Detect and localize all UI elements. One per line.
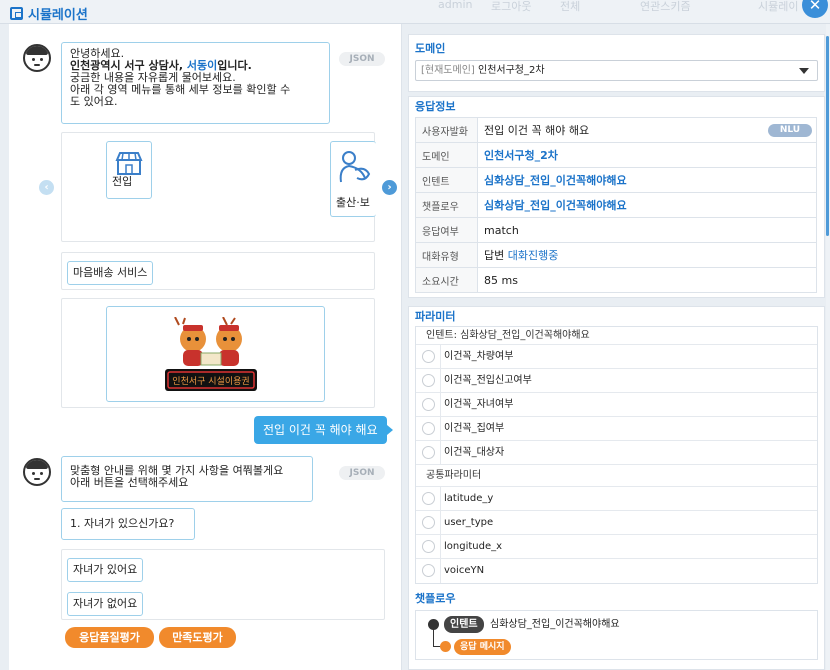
domain-title: 도메인 bbox=[415, 42, 446, 55]
bot-avatar-icon bbox=[23, 458, 51, 486]
window-title-text: 시뮬레이션 bbox=[28, 8, 88, 23]
banner-box: 인천서구 시설이용권 bbox=[61, 298, 375, 408]
menu-all[interactable]: 전체 bbox=[560, 0, 580, 14]
carousel-item-birth[interactable]: 출산·보 bbox=[330, 141, 376, 217]
radio-icon[interactable] bbox=[422, 374, 435, 387]
response-section: 응답정보 사용자발화 전입 이건 꼭 해야 해요 NLU 도메인 인천서구청_2차… bbox=[408, 96, 825, 298]
elapsed-value: 85 ms bbox=[484, 273, 518, 287]
carousel: 전입 출산·보 bbox=[61, 132, 376, 242]
service-box: 마음배송 서비스 bbox=[61, 252, 375, 290]
title-bar: 시뮬레이션 admin 로그아웃 전체 연관스키즘 시뮬레이 ✕ bbox=[0, 0, 830, 24]
radio-icon[interactable] bbox=[422, 350, 435, 363]
intent-param-list: 인텐트: 심화상담_전입_이건꼭해야해요 이건꼭_차량여부 이건꼭_전입신고여부… bbox=[415, 326, 818, 584]
carousel-item-moving[interactable]: 전입 bbox=[106, 141, 152, 199]
match-value: match bbox=[484, 223, 519, 237]
radio-icon[interactable] bbox=[422, 492, 435, 505]
radio-icon[interactable] bbox=[422, 564, 435, 577]
carousel-next-icon[interactable]: › bbox=[382, 180, 397, 195]
json-tag[interactable]: JSON bbox=[339, 52, 385, 66]
params-section: 파라미터 인텐트: 심화상담_전입_이건꼭해야해요 이건꼭_차량여부 이건꼭_전… bbox=[408, 306, 825, 670]
user-name: admin bbox=[438, 0, 473, 11]
related-button[interactable]: 연관스키즘 bbox=[640, 0, 691, 14]
simulation-button[interactable]: 시뮬레이 bbox=[758, 0, 798, 14]
carousel-item-label: 출산·보 bbox=[336, 196, 370, 209]
radio-icon[interactable] bbox=[422, 516, 435, 529]
json-tag[interactable]: JSON bbox=[339, 466, 385, 480]
common-param-head: 공통파라미터 bbox=[416, 465, 817, 487]
chat-panel: 안녕하세요. 인천광역시 서구 상담사, 서동이입니다. 궁금한 내용을 자유롭… bbox=[9, 24, 402, 670]
dialog-type-value: 답변 bbox=[484, 249, 505, 262]
table-row: 응답여부 match bbox=[415, 217, 817, 243]
domain-section: 도메인 [현재도메인] 인천서구청_2차 bbox=[408, 34, 825, 92]
radio-icon[interactable] bbox=[422, 422, 435, 435]
param-row[interactable]: longitude_x bbox=[416, 535, 817, 559]
birth-icon bbox=[339, 151, 371, 183]
intent-node-value[interactable]: 심화상담_전입_이건꼭해야해요 bbox=[490, 616, 620, 633]
param-row[interactable]: 이건꼭_대상자 bbox=[416, 441, 817, 465]
question-line: 아래 버튼을 선택해주세요 bbox=[70, 476, 189, 489]
bot-question-bubble: 맞춤형 안내를 위해 몇 가지 사항을 여쭤볼게요 아래 버튼을 선택해주세요 bbox=[61, 456, 313, 502]
table-row: 소요시간 85 ms bbox=[415, 267, 817, 293]
dialog-state-value: 대화진행중 bbox=[507, 249, 559, 262]
response-title: 응답정보 bbox=[415, 100, 456, 113]
param-row[interactable]: 이건꼭_집여부 bbox=[416, 417, 817, 441]
user-message-bubble: 전입 이건 꼭 해야 해요 bbox=[254, 416, 393, 444]
response-table: 사용자발화 전입 이건 꼭 해야 해요 NLU 도메인 인천서구청_2차 인텐트 … bbox=[415, 117, 817, 293]
banner-text: 인천서구 시설이용권 bbox=[172, 375, 249, 387]
radio-icon[interactable] bbox=[422, 446, 435, 459]
greeting-line: 도 있어요. bbox=[70, 95, 118, 108]
logout-link[interactable]: 로그아웃 bbox=[491, 0, 531, 14]
domain-tag: [현재도메인] bbox=[421, 65, 475, 76]
chatflow-title: 챗플로우 bbox=[415, 592, 456, 605]
params-title: 파라미터 bbox=[415, 310, 456, 323]
maeum-service-button[interactable]: 마음배송 서비스 bbox=[67, 261, 154, 285]
domain-value: 인천서구청_2차 bbox=[478, 65, 545, 76]
radio-icon[interactable] bbox=[422, 540, 435, 553]
table-row: 도메인 인천서구청_2차 bbox=[415, 142, 817, 168]
intent-param-head: 인텐트: 심화상담_전입_이건꼭해야해요 bbox=[416, 327, 817, 345]
option-has-children[interactable]: 자녀가 있어요 bbox=[67, 558, 144, 582]
node-dot-icon bbox=[440, 641, 451, 652]
question-text-bubble: 1. 자녀가 있으신가요? bbox=[61, 508, 195, 540]
table-row: 인텐트 심화상담_전입_이건꼭해야해요 bbox=[415, 167, 817, 193]
param-row[interactable]: user_type bbox=[416, 511, 817, 535]
close-icon[interactable]: ✕ bbox=[802, 0, 828, 18]
param-row[interactable]: latitude_y bbox=[416, 487, 817, 511]
bot-avatar-icon bbox=[23, 44, 51, 72]
chatflow-link[interactable]: 심화상담_전입_이건꼭해야해요 bbox=[484, 199, 627, 212]
param-row[interactable]: 이건꼭_자녀여부 bbox=[416, 393, 817, 417]
quality-eval-button[interactable]: 응답품질평가 bbox=[65, 627, 154, 648]
table-row: 대화유형 답변 대화진행중 bbox=[415, 242, 817, 268]
intent-badge: 인텐트 bbox=[444, 616, 484, 633]
satisfaction-eval-button[interactable]: 만족도평가 bbox=[159, 627, 236, 648]
scrollbar[interactable] bbox=[826, 24, 830, 670]
banner-image[interactable]: 인천서구 시설이용권 bbox=[106, 306, 325, 402]
chatflow-tree: 인텐트 심화상담_전입_이건꼭해야해요 응답 메시지 bbox=[415, 610, 818, 660]
info-panel: 도메인 [현재도메인] 인천서구청_2차 응답정보 사용자발화 전입 이건 꼭 … bbox=[408, 34, 825, 670]
response-message-badge[interactable]: 응답 메시지 bbox=[454, 639, 511, 655]
domain-select[interactable]: [현재도메인] 인천서구청_2차 bbox=[415, 60, 818, 81]
option-no-children[interactable]: 자녀가 없어요 bbox=[67, 592, 144, 616]
param-row[interactable]: voiceYN bbox=[416, 559, 817, 583]
chevron-down-icon bbox=[799, 68, 809, 74]
radio-icon[interactable] bbox=[422, 398, 435, 411]
param-row[interactable]: 이건꼭_전입신고여부 bbox=[416, 369, 817, 393]
carousel-item-label: 전입 bbox=[112, 175, 133, 188]
table-row: 사용자발화 전입 이건 꼭 해야 해요 NLU bbox=[415, 117, 817, 143]
nlu-badge: NLU bbox=[768, 124, 812, 137]
window-title: 시뮬레이션 bbox=[10, 4, 88, 23]
table-row: 챗플로우 심화상담_전입_이건꼭해야해요 bbox=[415, 192, 817, 218]
utterance-value: 전입 이건 꼭 해야 해요 bbox=[484, 124, 590, 137]
window-icon bbox=[10, 7, 23, 20]
carousel-prev-icon[interactable]: ‹ bbox=[39, 180, 54, 195]
domain-link[interactable]: 인천서구청_2차 bbox=[484, 149, 558, 162]
bot-greeting-bubble: 안녕하세요. 인천광역시 서구 상담사, 서동이입니다. 궁금한 내용을 자유롭… bbox=[61, 42, 330, 124]
answer-options-box: 자녀가 있어요 자녀가 없어요 bbox=[61, 549, 385, 620]
param-row[interactable]: 이건꼭_차량여부 bbox=[416, 345, 817, 369]
mascot-image: 인천서구 시설이용권 bbox=[165, 317, 257, 391]
intent-link[interactable]: 심화상담_전입_이건꼭해야해요 bbox=[484, 174, 627, 187]
